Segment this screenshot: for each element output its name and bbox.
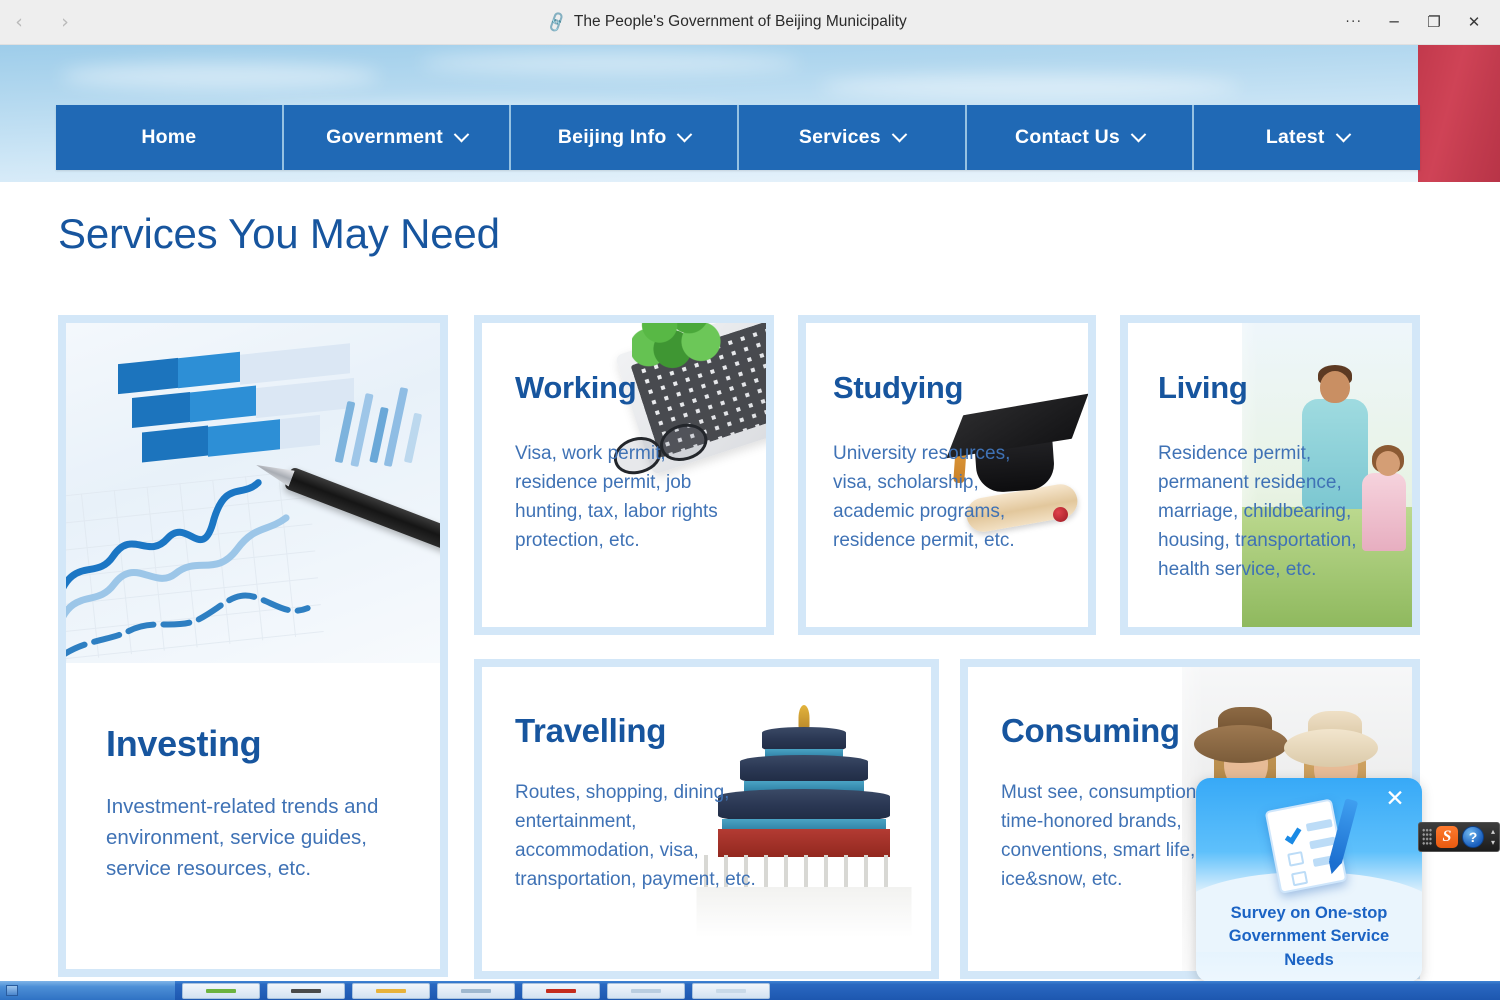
survey-form-icon	[1258, 793, 1359, 899]
chevron-up-icon[interactable]: ▴	[1491, 827, 1495, 836]
nav-item-label: Government	[326, 126, 443, 148]
card-title: Living	[1158, 370, 1248, 405]
card-description: Routes, shopping, dining, entertainment,…	[515, 782, 756, 890]
taskbar-item[interactable]	[182, 982, 260, 999]
cloud-wisp	[60, 63, 380, 89]
chevron-down-icon	[891, 126, 908, 143]
service-card-studying[interactable]: Studying University resources, visa, sch…	[798, 315, 1096, 635]
nav-item-home[interactable]: Home	[56, 105, 284, 170]
nav-item-services[interactable]: Services	[739, 105, 967, 170]
chevron-down-icon	[677, 126, 693, 143]
start-button[interactable]	[0, 981, 175, 1000]
service-card-travelling[interactable]: Travelling Routes, shopping, dining, ent…	[474, 659, 939, 979]
card-title: Investing	[106, 723, 262, 764]
taskbar-item[interactable]	[607, 982, 685, 999]
main-navigation: Home Government Beijing Info Services Co…	[56, 105, 1420, 170]
os-taskbar	[0, 981, 1500, 1000]
start-icon	[6, 985, 18, 996]
chevron-down-icon	[1335, 126, 1351, 143]
window-controls: ··· ─ ❐ ✕	[1334, 7, 1500, 37]
drag-handle-icon[interactable]	[1422, 828, 1432, 846]
browser-navigation-controls: ‹ ›	[0, 11, 120, 33]
nav-item-label: Contact Us	[1015, 126, 1120, 148]
taskbar-item[interactable]	[352, 982, 430, 999]
taskbar-item[interactable]	[522, 982, 600, 999]
close-icon[interactable]: ✕	[1454, 7, 1494, 37]
window-title: The People's Government of Beijing Munic…	[573, 13, 907, 30]
taskbar-item[interactable]	[692, 982, 770, 999]
card-description: Investment-related trends and environmen…	[106, 795, 379, 881]
investing-photo	[66, 323, 440, 663]
more-options-icon[interactable]: ···	[1334, 7, 1374, 37]
page-title: Services You May Need	[58, 210, 500, 257]
nav-item-label: Latest	[1265, 126, 1325, 148]
nav-item-label: Services	[798, 126, 881, 148]
nav-item-latest[interactable]: Latest	[1194, 105, 1420, 170]
cloud-wisp	[420, 53, 800, 73]
card-description: Residence permit, permanent residence, m…	[1158, 443, 1357, 580]
sogou-ime-icon[interactable]: S	[1436, 826, 1458, 848]
cloud-wisp	[820, 75, 1240, 99]
chevron-down-icon[interactable]: ▾	[1491, 838, 1495, 847]
card-title: Consuming	[1001, 712, 1180, 749]
close-icon[interactable]: ✕	[1382, 786, 1408, 812]
taskbar-item[interactable]	[437, 982, 515, 999]
ime-toolbar[interactable]: S ? ▴ ▾	[1418, 822, 1500, 852]
nav-item-label: Beijing Info	[557, 126, 667, 148]
help-icon[interactable]: ?	[1462, 826, 1484, 848]
card-title: Working	[515, 370, 637, 405]
nav-item-label: Home	[141, 126, 197, 148]
taskbar-item[interactable]	[267, 982, 345, 999]
survey-popup-text: Survey on One-stop Government Service Ne…	[1228, 904, 1390, 969]
flag-decoration	[1418, 45, 1500, 182]
card-description: Visa, work permit, residence permit, job…	[515, 443, 718, 551]
card-title: Travelling	[515, 712, 667, 749]
forward-icon[interactable]: ›	[54, 11, 76, 33]
restore-icon[interactable]: ❐	[1414, 7, 1454, 37]
window-title-area: 🔗 The People's Government of Beijing Mun…	[120, 10, 1334, 35]
ime-expand-controls[interactable]: ▴ ▾	[1491, 827, 1499, 847]
service-card-investing[interactable]: Investing Investment-related trends and …	[58, 315, 448, 977]
nav-item-beijing-info[interactable]: Beijing Info	[511, 105, 740, 170]
nav-item-contact-us[interactable]: Contact Us	[967, 105, 1195, 170]
line-chart-graphic	[66, 479, 311, 660]
chevron-down-icon	[453, 126, 470, 143]
service-card-working[interactable]: Working Visa, work permit, residence per…	[474, 315, 774, 635]
card-title: Studying	[833, 370, 964, 405]
survey-popup[interactable]: ✕ Survey on One-stop Government Service …	[1196, 778, 1422, 982]
paperclip-icon: 🔗	[544, 10, 569, 35]
card-description: University resources, visa, scholarship,…	[833, 443, 1015, 551]
back-icon[interactable]: ‹	[8, 11, 30, 33]
minimize-icon[interactable]: ─	[1374, 7, 1414, 37]
nav-item-government[interactable]: Government	[284, 105, 512, 170]
browser-chrome: ‹ › 🔗 The People's Government of Beijing…	[0, 0, 1500, 45]
service-card-living[interactable]: Living Residence permit, permanent resid…	[1120, 315, 1420, 635]
chevron-down-icon	[1130, 126, 1147, 143]
